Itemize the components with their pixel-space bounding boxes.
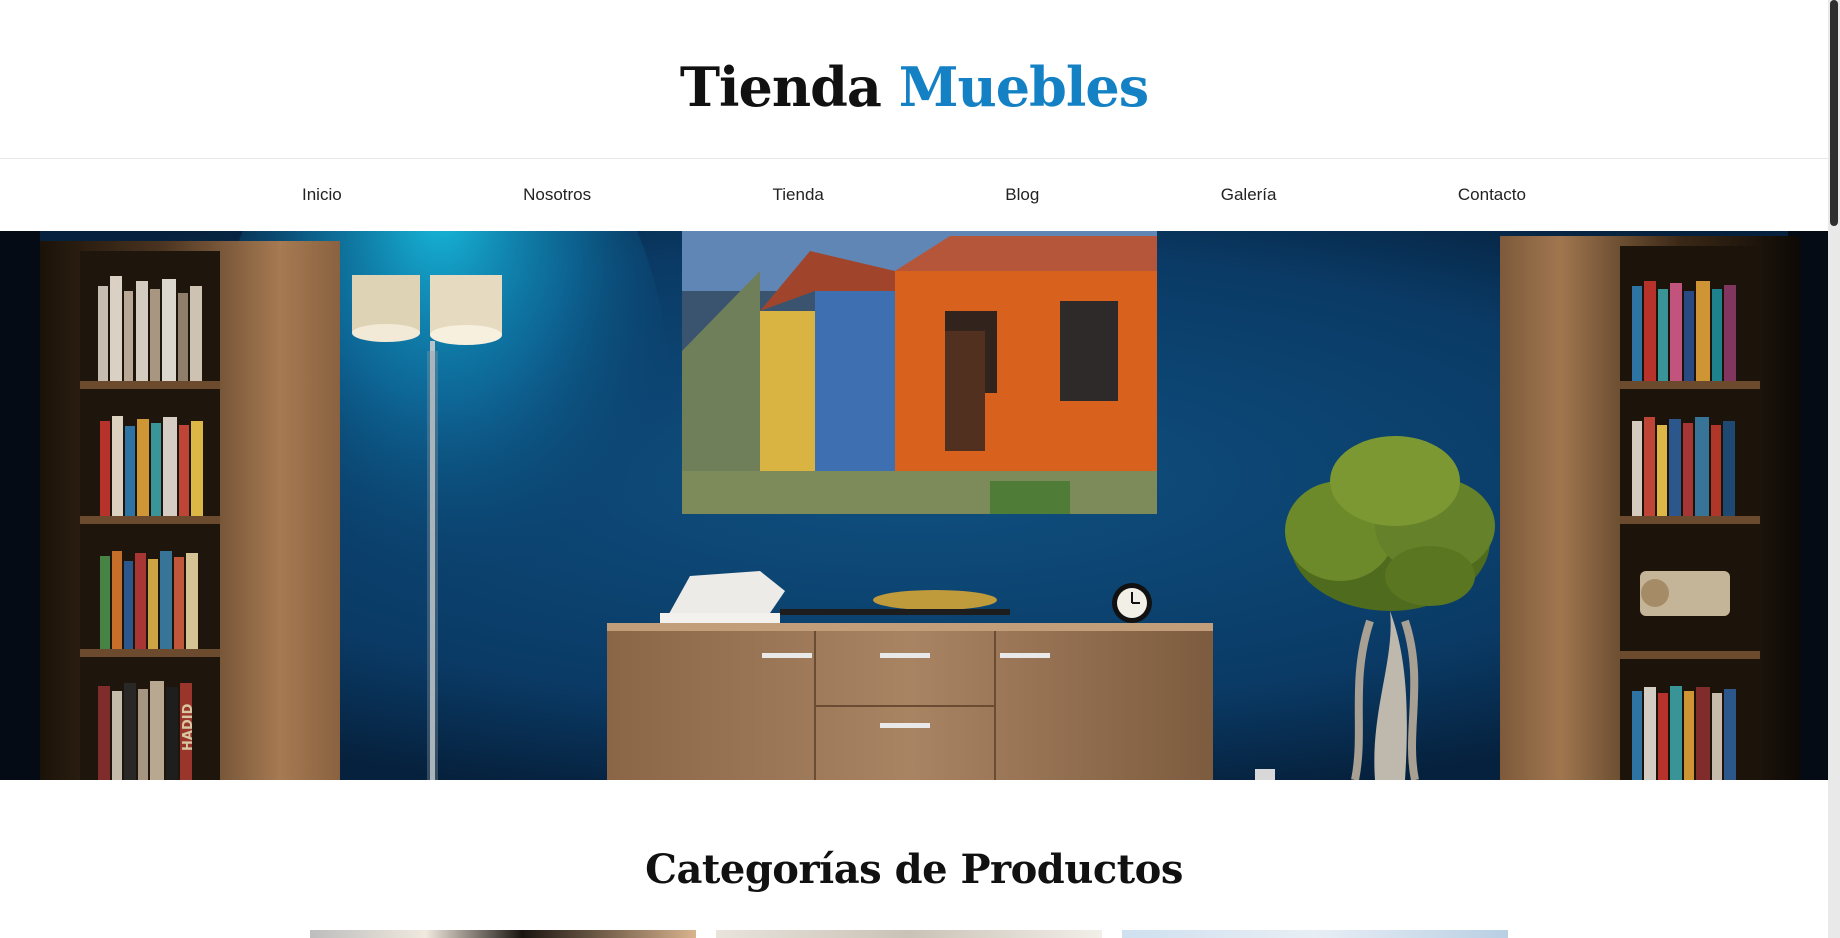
vertical-scrollbar[interactable]: [1828, 0, 1840, 938]
category-card[interactable]: [310, 930, 696, 938]
nav-item-contacto[interactable]: Contacto: [1456, 185, 1528, 205]
site-header: Tienda Muebles: [0, 0, 1828, 159]
scrollbar-thumb[interactable]: [1830, 0, 1838, 226]
brand-accent-text: Muebles: [898, 55, 1149, 119]
category-card[interactable]: [1122, 930, 1508, 938]
hero-image: HADID: [0, 231, 1828, 780]
section-title: Categorías de Productos: [645, 846, 1183, 893]
nav-item-blog[interactable]: Blog: [1003, 185, 1041, 205]
brand-text: Tienda: [679, 55, 882, 119]
nav-item-nosotros[interactable]: Nosotros: [521, 185, 593, 205]
nav-item-galeria[interactable]: Galería: [1219, 185, 1279, 205]
main-nav: Inicio Nosotros Tienda Blog Galería Cont…: [0, 159, 1828, 231]
product-categories-section: Categorías de Productos: [0, 780, 1828, 938]
nav-item-tienda[interactable]: Tienda: [771, 185, 826, 205]
category-cards: [310, 930, 1508, 938]
site-logo[interactable]: Tienda Muebles: [679, 55, 1149, 119]
bookshelf-spine-text: HADID: [181, 703, 196, 751]
page: Tienda Muebles Inicio Nosotros Tienda Bl…: [0, 0, 1828, 938]
category-card[interactable]: [716, 930, 1102, 938]
nav-item-inicio[interactable]: Inicio: [300, 185, 344, 205]
hero-banner: HADID: [0, 231, 1828, 780]
